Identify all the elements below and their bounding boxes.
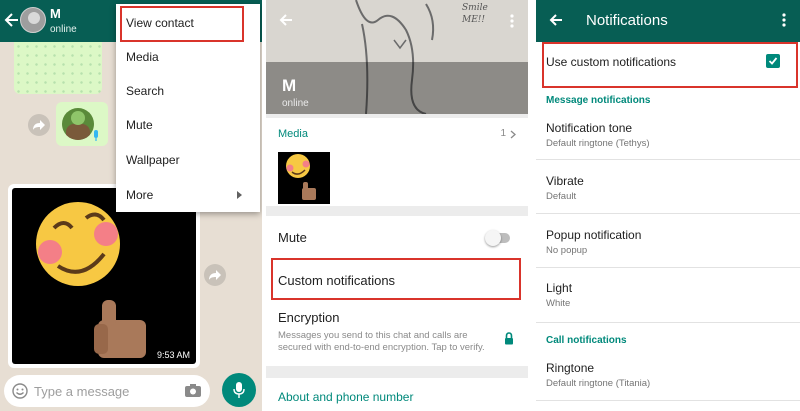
vibrate-row[interactable]: Vibrate Default: [536, 165, 800, 211]
divider: [536, 322, 800, 323]
popup-notification-title: Popup notification: [546, 228, 642, 242]
mic-icon: [233, 382, 245, 398]
smiling-emoji-thumbnail: [286, 154, 316, 200]
smiling-emoji-thumbs-up-image: [36, 202, 146, 358]
contact-info-screen: Smile ME!! M online Media 1 Mute Custom …: [266, 0, 528, 411]
forward-icon: [209, 270, 221, 280]
mute-row[interactable]: Mute: [266, 216, 528, 258]
media-card[interactable]: Media 1: [266, 118, 528, 206]
divider: [536, 159, 800, 160]
encryption-title: Encryption: [278, 310, 340, 325]
menu-item-search[interactable]: Search: [116, 74, 260, 108]
forward-button[interactable]: [204, 264, 226, 286]
about-card[interactable]: About and phone number: [266, 378, 528, 411]
notification-tone-row[interactable]: Notification tone Default ringtone (Teth…: [536, 112, 800, 158]
contact-info-status: online: [282, 98, 309, 109]
header-art-text: Smile ME!!: [462, 3, 488, 25]
mute-label: Mute: [278, 230, 307, 245]
notifications-screen: Notifications Use custom notifications M…: [536, 0, 800, 411]
forward-button[interactable]: [28, 114, 50, 136]
message-notifications-header: Message notifications: [546, 95, 651, 106]
voice-sender-avatar: [62, 108, 94, 140]
light-row[interactable]: Light White: [536, 272, 800, 318]
kebab-menu-icon[interactable]: [510, 14, 514, 28]
divider: [536, 213, 800, 214]
contact-status: online: [50, 24, 77, 35]
popup-notification-row[interactable]: Popup notification No popup: [536, 219, 800, 265]
menu-item-mute[interactable]: Mute: [116, 108, 260, 142]
emoji-icon[interactable]: [12, 383, 28, 399]
message-input-placeholder: Type a message: [34, 384, 130, 399]
image-message-partial[interactable]: [14, 42, 102, 94]
camera-icon[interactable]: [184, 383, 202, 398]
notification-tone-value: Default ringtone (Tethys): [546, 138, 650, 149]
submenu-arrow-icon: [237, 191, 242, 199]
record-voice-button[interactable]: [222, 373, 256, 407]
message-input[interactable]: Type a message: [4, 375, 210, 407]
voice-message[interactable]: [56, 102, 108, 146]
kebab-menu-icon[interactable]: [782, 13, 786, 27]
emoji-sticker-image: 9:53 AM: [12, 188, 196, 364]
light-title: Light: [546, 281, 573, 295]
highlight-view-contact: [120, 6, 244, 42]
page-title: Notifications: [586, 12, 668, 29]
chat-screen: 9:53 AM Type a message M online View con…: [0, 0, 262, 411]
contact-name[interactable]: M: [50, 6, 61, 21]
contact-header: Smile ME!! M online: [266, 0, 528, 114]
call-notifications-header: Call notifications: [546, 335, 627, 346]
mute-toggle[interactable]: [485, 230, 510, 246]
menu-item-more-label: More: [126, 188, 154, 202]
encryption-description: Messages you send to this chat and calls…: [278, 330, 485, 353]
menu-item-more[interactable]: More: [116, 178, 260, 212]
popup-notification-value: No popup: [546, 245, 588, 256]
media-count: 1: [500, 128, 506, 139]
menu-item-wallpaper[interactable]: Wallpaper: [116, 143, 260, 177]
back-arrow-icon[interactable]: [548, 12, 564, 28]
media-section-label: Media: [278, 128, 308, 140]
contact-info-name: M: [282, 76, 297, 95]
vibrate-value: Default: [546, 191, 577, 202]
forward-icon: [33, 120, 45, 130]
highlight-use-custom: [542, 42, 798, 88]
lock-icon: [505, 332, 513, 345]
avatar[interactable]: [20, 7, 46, 33]
chevron-right-icon: [510, 130, 516, 139]
ringtone-title: Ringtone: [546, 361, 595, 375]
highlight-custom-notifications: [271, 258, 521, 300]
light-value: White: [546, 298, 571, 309]
divider: [536, 400, 800, 401]
vibrate-title: Vibrate: [546, 174, 584, 188]
about-phone-label: About and phone number: [278, 390, 414, 404]
menu-item-media[interactable]: Media: [116, 40, 260, 74]
divider: [536, 267, 800, 268]
media-thumbnail[interactable]: [278, 152, 330, 204]
mic-icon: [94, 130, 98, 141]
back-arrow-icon[interactable]: [278, 12, 294, 28]
notifications-header: Notifications: [536, 0, 800, 42]
ringtone-value: Default ringtone (Titania): [546, 378, 651, 389]
back-arrow-icon[interactable]: [4, 10, 20, 30]
ringtone-row[interactable]: Ringtone Default ringtone (Titania): [536, 352, 800, 398]
encryption-row[interactable]: Encryption Messages you send to this cha…: [266, 304, 528, 366]
image-timestamp: 9:53 AM: [156, 350, 190, 360]
notification-tone-title: Notification tone: [546, 121, 633, 135]
